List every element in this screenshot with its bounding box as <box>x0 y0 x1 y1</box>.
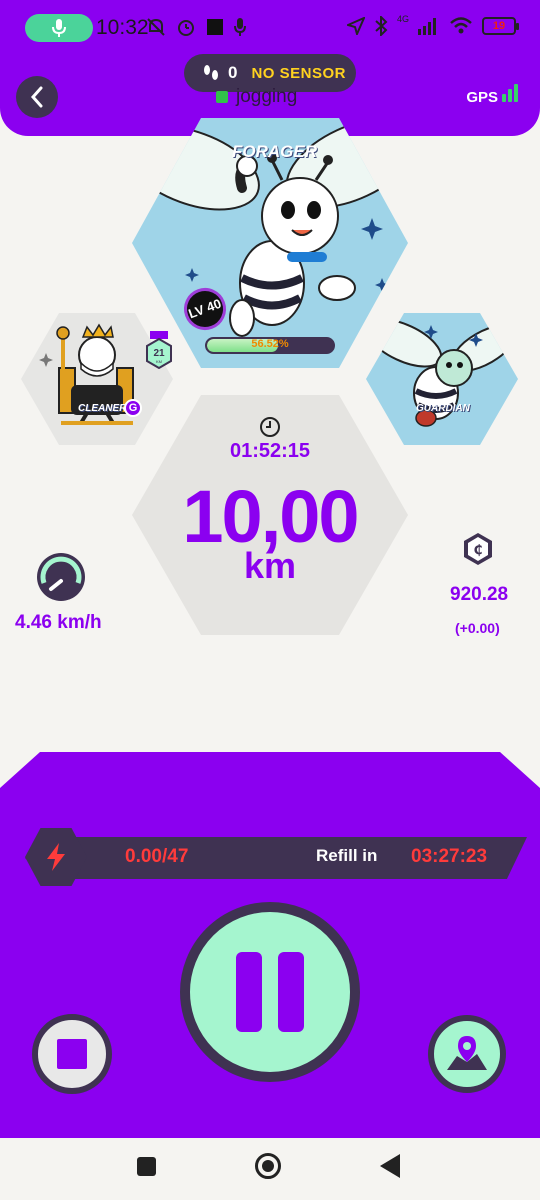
activity-type: jogging <box>216 86 297 108</box>
recent-apps-button[interactable] <box>137 1157 156 1176</box>
clock-icon <box>260 417 280 437</box>
stop-button[interactable] <box>32 1014 112 1094</box>
svg-text:21: 21 <box>153 348 165 359</box>
gps-signal-icon <box>500 84 518 106</box>
token-balance: 920.28 <box>450 584 509 605</box>
chevron-left-icon <box>30 86 43 108</box>
pause-button[interactable] <box>180 902 360 1082</box>
bluetooth-icon <box>375 16 388 36</box>
system-back-button[interactable] <box>380 1154 400 1178</box>
left-bee-name: CLEANER <box>78 403 127 414</box>
sensor-label: NO SENSOR <box>251 64 346 82</box>
refill-countdown: 03:27:23 <box>411 846 488 867</box>
distance-badge: 21 KM <box>146 331 172 369</box>
svg-text:KM: KM <box>156 359 162 364</box>
activity-dot <box>216 91 228 103</box>
lightning-icon <box>47 843 65 871</box>
right-bee-card[interactable] <box>366 313 518 445</box>
guardian-bee-illustration <box>366 318 518 427</box>
mic-icon <box>52 19 66 37</box>
alarm-icon <box>178 20 194 36</box>
home-button[interactable] <box>255 1153 281 1179</box>
run-screen: 10:32 4G 19 0 NO SENSOR jogging GPS FORA… <box>0 0 540 1200</box>
stop-icon <box>57 1039 87 1069</box>
mic-active-pill <box>25 14 93 42</box>
battery-icon: 19 <box>482 17 519 35</box>
main-bee-name: FORAGER <box>232 142 317 161</box>
network-type: 4G <box>396 14 409 24</box>
wifi-icon <box>450 17 472 34</box>
refill-label: Refill in <box>316 846 378 865</box>
system-nav-bar <box>0 1138 540 1200</box>
pause-icon-right-bar <box>278 952 304 1032</box>
pause-icon-left-bar <box>236 952 262 1032</box>
sensor-count: 0 <box>228 63 238 82</box>
svg-text:₵: ₵ <box>473 543 482 558</box>
coin-icon: ₵ <box>464 533 492 565</box>
status-icons-right: 4G 19 <box>346 14 519 36</box>
right-bee-name: GUARDIAN <box>416 403 470 414</box>
energy-value: 0.00/47 <box>125 846 189 867</box>
token-delta: (+0.00) <box>455 620 500 636</box>
footsteps-icon <box>204 65 218 80</box>
signal-icon <box>418 18 436 35</box>
status-icons-left <box>146 17 246 37</box>
location-arrow-icon <box>346 17 365 35</box>
gps-indicator: GPS <box>466 84 518 106</box>
map-button[interactable] <box>428 1015 506 1093</box>
map-pin-icon <box>447 1036 487 1070</box>
status-bar: 10:32 4G 19 <box>0 0 540 58</box>
status-time: 10:32 <box>96 16 149 39</box>
back-button[interactable] <box>16 76 58 118</box>
xp-percent: 56.52% <box>251 338 289 350</box>
grade-badge: G <box>124 399 142 417</box>
elapsed-time: 01:52:15 <box>229 440 311 462</box>
app-notification-icon <box>207 19 223 35</box>
mic-small-icon <box>234 18 246 36</box>
speedometer-icon <box>37 553 85 601</box>
mute-icon <box>147 18 165 36</box>
speed-value: 4.46 km/h <box>15 612 102 633</box>
